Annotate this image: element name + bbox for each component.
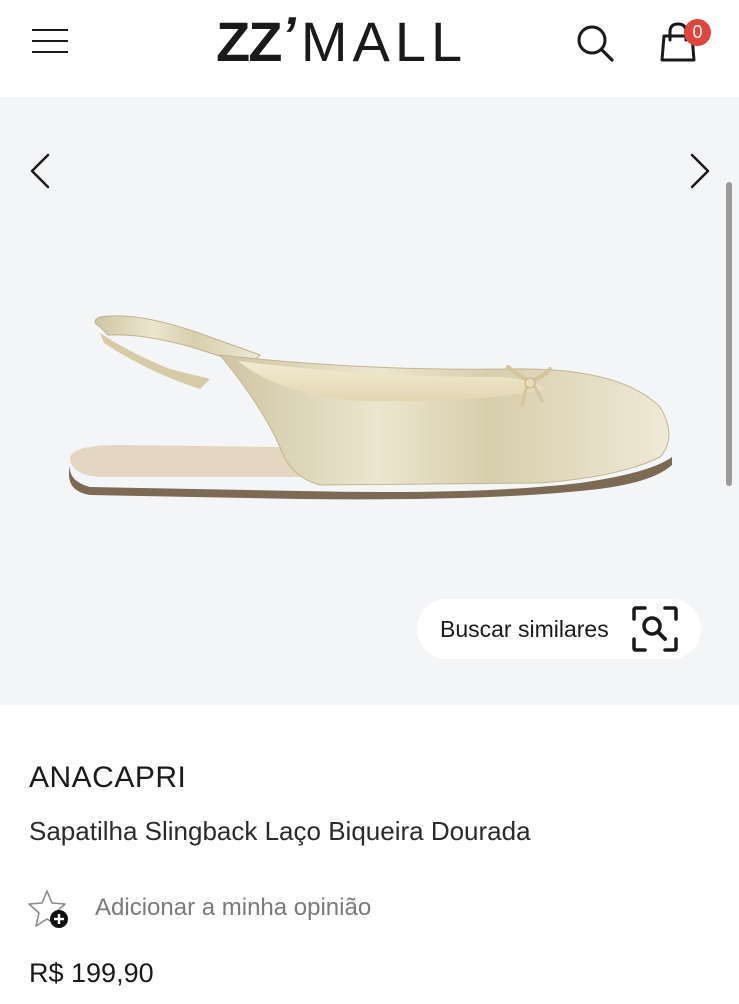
chevron-left-icon (30, 153, 50, 189)
hamburger-menu-icon (32, 29, 68, 31)
logo-zz: ZZ (216, 10, 282, 73)
product-price: R$ 199,90 (29, 958, 154, 988)
product-brand[interactable]: ANACAPRI (29, 760, 186, 796)
cart-count-badge: 0 (684, 19, 711, 46)
hamburger-menu-icon-line (32, 40, 68, 42)
add-review-label: Adicionar a minha opinião (95, 894, 372, 921)
logo-apostrophe: ’ (277, 7, 302, 65)
search-button[interactable] (574, 22, 616, 64)
gallery-next-button[interactable] (684, 149, 714, 193)
page-scrollbar[interactable] (726, 182, 732, 486)
product-photo (68, 315, 672, 500)
add-review-star-icon (28, 890, 68, 928)
product-page: ZZ ’ MALL 0 Buscar similares ANACAPRI Sa… (0, 0, 739, 1004)
product-image-gallery[interactable]: Buscar similares (0, 97, 739, 705)
logo-mall: MALL (300, 10, 468, 73)
top-header: ZZ ’ MALL 0 (0, 0, 739, 96)
search-icon (577, 25, 614, 62)
find-similar-button[interactable]: Buscar similares (417, 599, 701, 659)
gallery-prev-button[interactable] (26, 149, 56, 193)
store-logo[interactable]: ZZ ’ MALL (216, 7, 506, 73)
hamburger-menu-icon-line (32, 51, 68, 53)
menu-button[interactable] (30, 26, 70, 56)
product-title: Sapatilha Slingback Laço Biqueira Dourad… (29, 816, 531, 846)
add-review-link[interactable]: Adicionar a minha opinião (27, 886, 447, 930)
chevron-right-icon (690, 153, 710, 189)
image-search-icon (632, 606, 678, 652)
find-similar-label: Buscar similares (440, 616, 609, 642)
